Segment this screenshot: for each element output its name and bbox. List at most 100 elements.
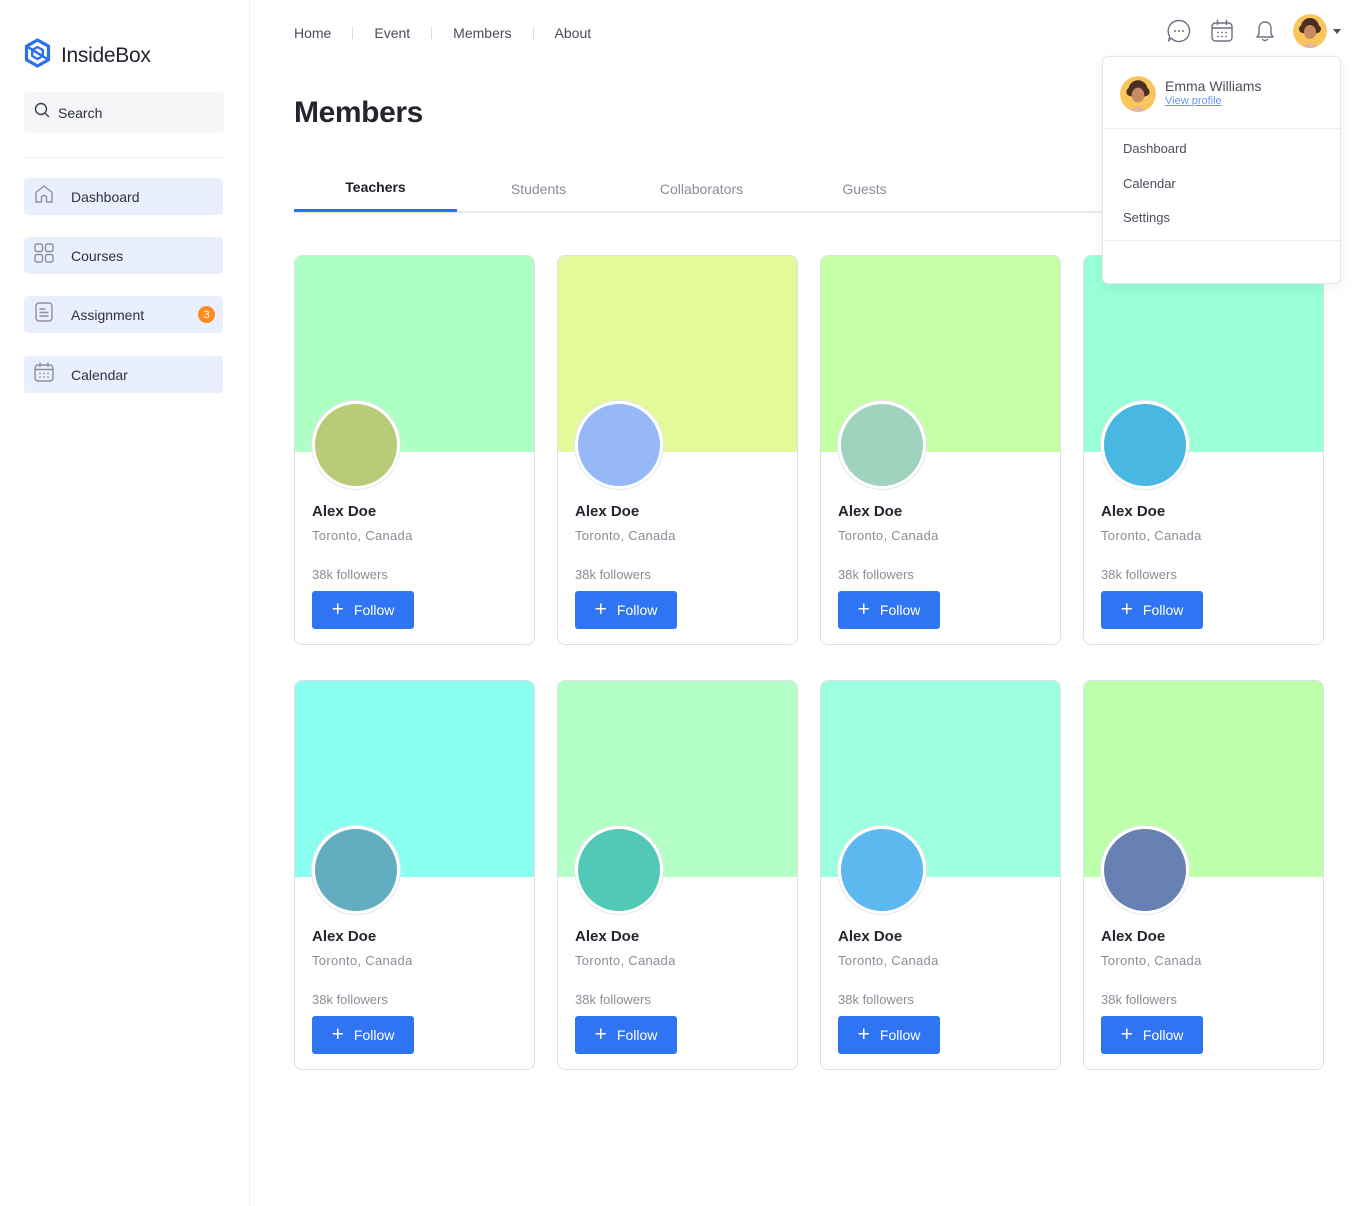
search-input[interactable] [58, 104, 208, 121]
member-followers: 38k followers [1101, 992, 1177, 1007]
member-followers: 38k followers [838, 992, 914, 1007]
tab-collaborators[interactable]: Collaborators [620, 165, 783, 213]
calendar-icon [33, 361, 55, 388]
plus-icon: + [1120, 597, 1133, 621]
assignment-count-badge: 3 [198, 306, 215, 323]
chat-icon[interactable] [1165, 17, 1193, 45]
follow-label: Follow [879, 602, 921, 618]
member-avatar[interactable] [312, 401, 400, 489]
nav-separator [532, 27, 534, 39]
follow-button[interactable]: + Follow [1101, 1016, 1203, 1054]
member-name[interactable]: Alex Doe [575, 503, 639, 520]
follow-button[interactable]: + Follow [575, 591, 677, 629]
follow-label: Follow [1142, 602, 1184, 618]
member-name[interactable]: Alex Doe [575, 928, 639, 945]
nav-link-about[interactable]: About [555, 25, 592, 41]
tab-students[interactable]: Students [457, 165, 620, 213]
member-avatar[interactable] [575, 401, 663, 489]
follow-label: Follow [616, 602, 658, 618]
member-followers: 38k followers [838, 567, 914, 582]
member-followers: 38k followers [312, 992, 388, 1007]
follow-button[interactable]: + Follow [1101, 591, 1203, 629]
sidebar-item-label: Courses [71, 247, 124, 264]
member-card: Alex Doe Toronto, Canada 38k followers +… [294, 680, 535, 1070]
tab-guests[interactable]: Guests [783, 165, 946, 213]
member-name[interactable]: Alex Doe [312, 928, 376, 945]
dropdown-item-calendar[interactable]: Calendar [1123, 176, 1176, 191]
document-icon [33, 301, 55, 328]
plus-icon: + [594, 597, 607, 621]
follow-label: Follow [353, 1027, 395, 1043]
dropdown-item-settings[interactable]: Settings [1123, 210, 1170, 225]
sidebar: InsideBox Dashboard Courses Assignment 3… [0, 0, 250, 1206]
member-avatar[interactable] [838, 401, 926, 489]
member-followers: 38k followers [575, 992, 651, 1007]
member-location: Toronto, Canada [575, 953, 676, 968]
brand-name: InsideBox [61, 43, 151, 67]
logo-icon [24, 38, 51, 73]
member-avatar[interactable] [575, 826, 663, 914]
dropdown-item-dashboard[interactable]: Dashboard [1123, 141, 1187, 156]
sidebar-item-label: Assignment [71, 306, 145, 323]
sidebar-item-calendar[interactable]: Calendar [24, 356, 223, 393]
member-name[interactable]: Alex Doe [1101, 928, 1165, 945]
follow-label: Follow [879, 1027, 921, 1043]
follow-button[interactable]: + Follow [575, 1016, 677, 1054]
nav-link-members[interactable]: Members [453, 25, 511, 41]
sidebar-item-label: Dashboard [71, 188, 140, 205]
member-card: Alex Doe Toronto, Canada 38k followers +… [820, 255, 1061, 645]
member-name[interactable]: Alex Doe [1101, 503, 1165, 520]
header-actions [1150, 14, 1341, 48]
nav-link-event[interactable]: Event [374, 25, 410, 41]
member-name[interactable]: Alex Doe [312, 503, 376, 520]
member-card: Alex Doe Toronto, Canada 38k followers +… [1083, 680, 1324, 1070]
chevron-down-icon[interactable] [1333, 28, 1341, 34]
sidebar-item-label: Calendar [71, 366, 128, 383]
dropdown-avatar [1120, 76, 1156, 112]
dropdown-header: Emma Williams View profile [1103, 57, 1340, 129]
member-location: Toronto, Canada [575, 528, 676, 543]
user-avatar[interactable] [1293, 14, 1327, 48]
nav-link-home[interactable]: Home [294, 25, 331, 41]
follow-button[interactable]: + Follow [838, 591, 940, 629]
member-followers: 38k followers [312, 567, 388, 582]
search-box[interactable] [24, 92, 224, 133]
follow-label: Follow [616, 1027, 658, 1043]
profile-dropdown: Emma Williams View profile Dashboard Cal… [1102, 56, 1341, 284]
member-location: Toronto, Canada [312, 953, 413, 968]
member-location: Toronto, Canada [1101, 953, 1202, 968]
view-profile-link[interactable]: View profile [1165, 95, 1222, 107]
member-card: Alex Doe Toronto, Canada 38k followers +… [1083, 255, 1324, 645]
member-location: Toronto, Canada [312, 528, 413, 543]
follow-button[interactable]: + Follow [312, 591, 414, 629]
sidebar-item-courses[interactable]: Courses [24, 237, 223, 274]
brand[interactable]: InsideBox [24, 38, 151, 73]
follow-button[interactable]: + Follow [312, 1016, 414, 1054]
follow-button[interactable]: + Follow [838, 1016, 940, 1054]
member-avatar[interactable] [312, 826, 400, 914]
calendar-icon[interactable] [1208, 17, 1236, 45]
grid-icon [33, 242, 55, 269]
member-card: Alex Doe Toronto, Canada 38k followers +… [294, 255, 535, 645]
member-followers: 38k followers [1101, 567, 1177, 582]
dropdown-user-name: Emma Williams [1165, 78, 1262, 94]
home-icon [33, 183, 55, 210]
member-followers: 38k followers [575, 567, 651, 582]
member-avatar[interactable] [1101, 826, 1189, 914]
sidebar-divider [24, 157, 224, 158]
sidebar-item-assignment[interactable]: Assignment 3 [24, 296, 223, 333]
tab-teachers[interactable]: Teachers [294, 165, 457, 212]
dropdown-divider [1103, 240, 1340, 241]
member-name[interactable]: Alex Doe [838, 503, 902, 520]
plus-icon: + [331, 1022, 344, 1046]
member-avatar[interactable] [838, 826, 926, 914]
nav-separator [352, 27, 354, 39]
member-avatar[interactable] [1101, 401, 1189, 489]
bell-icon[interactable] [1251, 17, 1279, 45]
plus-icon: + [331, 597, 344, 621]
plus-icon: + [1120, 1022, 1133, 1046]
sidebar-item-dashboard[interactable]: Dashboard [24, 178, 223, 215]
plus-icon: + [594, 1022, 607, 1046]
member-name[interactable]: Alex Doe [838, 928, 902, 945]
follow-label: Follow [353, 602, 395, 618]
